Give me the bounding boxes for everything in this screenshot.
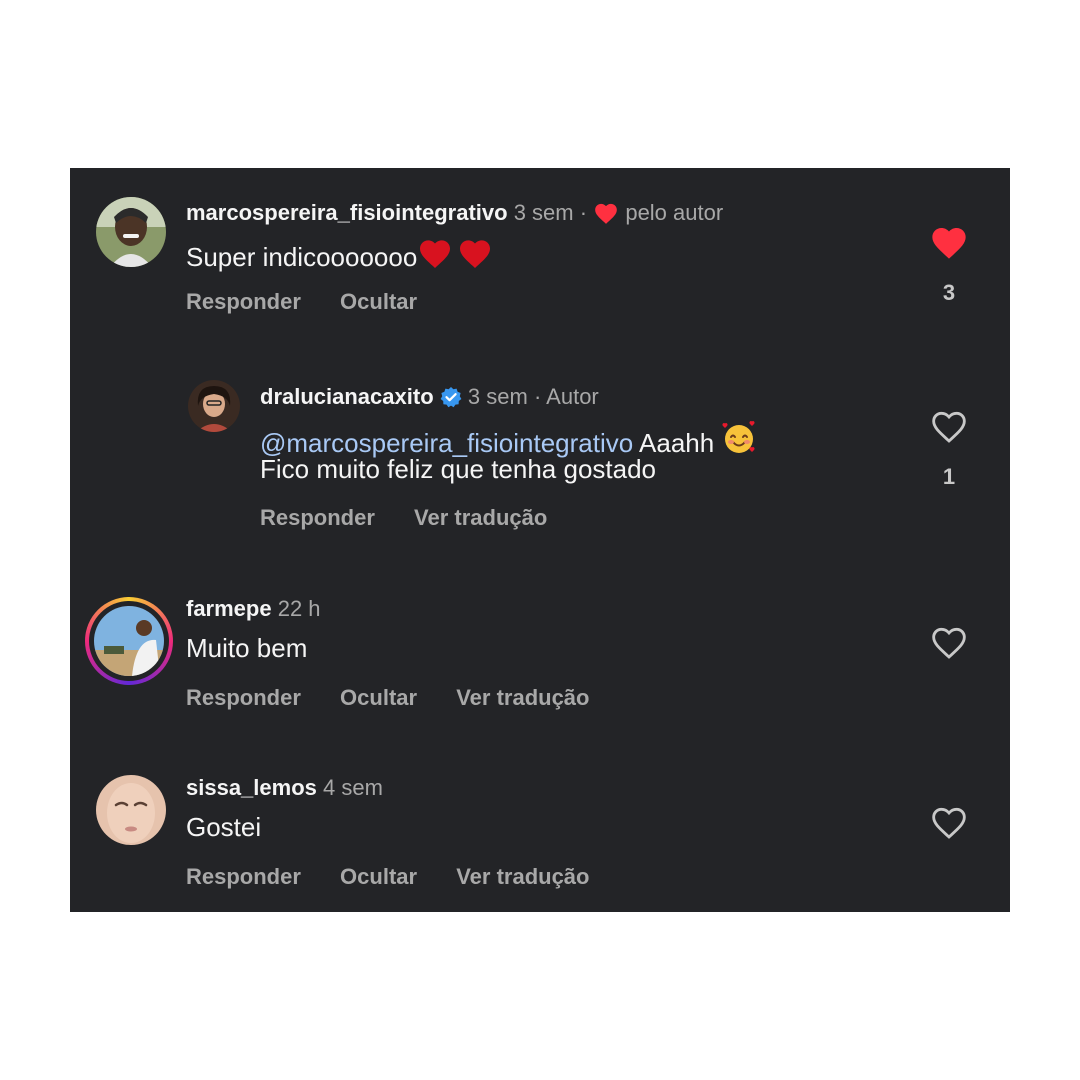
- comment-header: farmepe 22 h: [186, 596, 321, 622]
- comment-actions: Responder Ocultar Ver tradução: [186, 864, 622, 890]
- reply-button[interactable]: Responder: [260, 505, 375, 530]
- comment-text-line2: Fico muito feliz que tenha gostado: [260, 454, 657, 484]
- red-heart-emoji: [457, 236, 493, 278]
- comment-header: dralucianacaxito 3 sem · Autor: [260, 384, 599, 414]
- heart-outline-icon[interactable]: [929, 803, 969, 843]
- translate-button[interactable]: Ver tradução: [456, 864, 589, 889]
- separator: ·: [579, 200, 588, 225]
- avatar[interactable]: [188, 380, 240, 432]
- comment-time: 3 sem: [513, 200, 574, 225]
- translate-button[interactable]: Ver tradução: [414, 505, 547, 530]
- red-heart-emoji: [417, 236, 453, 278]
- avatar: [94, 606, 164, 676]
- smiling-face-with-hearts-emoji: [721, 420, 757, 464]
- comment-time: 3 sem: [467, 384, 528, 409]
- comment-time: 22 h: [277, 596, 321, 621]
- heart-outline-icon[interactable]: [929, 407, 969, 447]
- story-ring[interactable]: [85, 597, 173, 685]
- liked-by-author-label: pelo autor: [625, 200, 724, 225]
- comment-text-content: Super indicooooooo: [186, 242, 418, 272]
- verified-badge-icon: [440, 386, 462, 414]
- username[interactable]: farmepe: [186, 596, 272, 621]
- separator: ·: [533, 384, 542, 409]
- comment-actions: Responder Ver tradução: [260, 505, 580, 531]
- username[interactable]: dralucianacaxito: [260, 384, 434, 409]
- like-count: 3: [942, 280, 956, 305]
- comment-header: marcospereira_fisiointegrativo 3 sem · p…: [186, 200, 723, 231]
- username[interactable]: marcospereira_fisiointegrativo: [186, 200, 508, 225]
- like-count: 1: [942, 464, 956, 489]
- reply-button[interactable]: Responder: [186, 289, 301, 314]
- comment-actions: Responder Ocultar Ver tradução: [186, 685, 622, 711]
- comment-time: 4 sem: [323, 775, 383, 800]
- heart-icon[interactable]: [929, 223, 969, 263]
- avatar[interactable]: [96, 775, 166, 845]
- comment-text: Super indicooooooo: [186, 236, 493, 278]
- comment-header: sissa_lemos 4 sem: [186, 775, 383, 801]
- hide-button[interactable]: Ocultar: [340, 289, 417, 314]
- heart-icon: [593, 201, 619, 231]
- avatar[interactable]: [96, 197, 166, 267]
- translate-button[interactable]: Ver tradução: [456, 685, 589, 710]
- username[interactable]: sissa_lemos: [186, 775, 317, 800]
- comment-actions: Responder Ocultar: [186, 289, 450, 315]
- hide-button[interactable]: Ocultar: [340, 864, 417, 889]
- reply-button[interactable]: Responder: [186, 864, 301, 889]
- author-tag: Autor: [546, 384, 599, 409]
- comments-panel: marcospereira_fisiointegrativo 3 sem · p…: [70, 168, 1010, 912]
- reply-button[interactable]: Responder: [186, 685, 301, 710]
- hide-button[interactable]: Ocultar: [340, 685, 417, 710]
- comment-text: Muito bem: [186, 633, 308, 663]
- heart-outline-icon[interactable]: [929, 623, 969, 663]
- comment-text: Gostei: [186, 812, 262, 842]
